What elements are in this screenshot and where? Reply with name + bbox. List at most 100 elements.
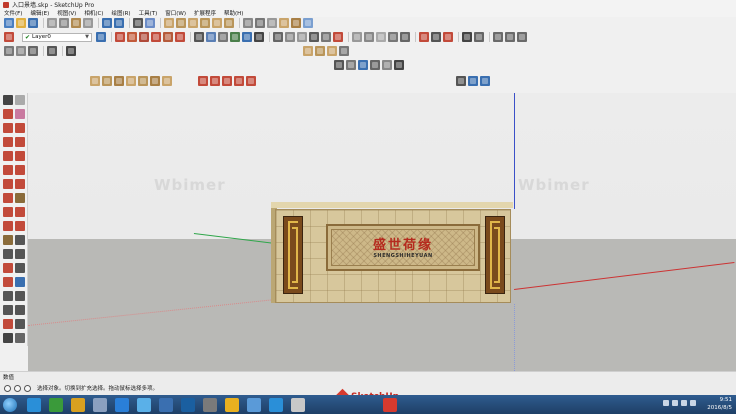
scene-icon[interactable] bbox=[321, 32, 331, 42]
push-pull-icon[interactable] bbox=[358, 60, 368, 70]
paint-bucket-icon[interactable] bbox=[3, 109, 13, 119]
section-icon[interactable] bbox=[254, 32, 264, 42]
app-blue-icon[interactable] bbox=[115, 397, 129, 412]
tray-icon[interactable] bbox=[663, 400, 669, 406]
intersect-icon[interactable] bbox=[370, 60, 380, 70]
menu-camera[interactable]: 相机(C) bbox=[84, 9, 103, 17]
solid-1-icon[interactable] bbox=[303, 46, 313, 56]
clock[interactable]: 9:51 2016/8/5 bbox=[707, 396, 732, 412]
scale-tool-icon[interactable] bbox=[3, 221, 13, 231]
orbit-icon[interactable] bbox=[456, 76, 466, 86]
orbit-tool-icon[interactable] bbox=[3, 277, 13, 287]
right-view-icon[interactable] bbox=[200, 18, 210, 28]
make-component-icon[interactable] bbox=[4, 32, 14, 42]
outliner-icon[interactable] bbox=[309, 32, 319, 42]
flip-icon[interactable] bbox=[246, 76, 256, 86]
tool-red-6-icon[interactable] bbox=[175, 32, 185, 42]
box-3-icon[interactable] bbox=[114, 76, 124, 86]
pan-icon[interactable] bbox=[468, 76, 478, 86]
protractor-icon[interactable] bbox=[3, 249, 13, 259]
follow-me-tool-icon[interactable] bbox=[15, 207, 25, 217]
new-file-icon[interactable] bbox=[4, 18, 14, 28]
rotated-rect-icon[interactable] bbox=[15, 137, 25, 147]
pan-tool-icon[interactable] bbox=[15, 277, 25, 287]
left-view-icon[interactable] bbox=[224, 18, 234, 28]
cut-icon[interactable] bbox=[47, 18, 57, 28]
box-6-icon[interactable] bbox=[150, 76, 160, 86]
tray-icon[interactable] bbox=[681, 400, 687, 406]
move-icon[interactable] bbox=[198, 76, 208, 86]
zoom-icon[interactable] bbox=[480, 76, 490, 86]
box-2-icon[interactable] bbox=[102, 76, 112, 86]
offset-icon[interactable] bbox=[234, 76, 244, 86]
iso-view-icon[interactable] bbox=[164, 18, 174, 28]
two-point-arc-icon[interactable] bbox=[15, 165, 25, 175]
polygon-tool-icon[interactable] bbox=[15, 151, 25, 161]
geo-location-icon[interactable] bbox=[4, 384, 11, 392]
align-icon[interactable] bbox=[285, 32, 295, 42]
tool-a-icon[interactable] bbox=[4, 46, 14, 56]
freehand-tool-icon[interactable] bbox=[15, 123, 25, 133]
rotate-tool-icon[interactable] bbox=[3, 207, 13, 217]
menu-draw[interactable]: 绘图(R) bbox=[111, 9, 130, 17]
app-browser-icon[interactable] bbox=[269, 397, 283, 412]
tray-icon[interactable] bbox=[690, 400, 696, 406]
box-5-icon[interactable] bbox=[138, 76, 148, 86]
circle-icon[interactable] bbox=[364, 32, 374, 42]
circle-tool-icon[interactable] bbox=[3, 151, 13, 161]
app-green-icon[interactable] bbox=[49, 397, 63, 412]
push-pull-tool-icon[interactable] bbox=[15, 193, 25, 203]
arc-icon[interactable] bbox=[352, 32, 362, 42]
line-icon[interactable] bbox=[3, 123, 13, 133]
arc-tool-icon[interactable] bbox=[3, 165, 13, 175]
back-view-icon[interactable] bbox=[212, 18, 222, 28]
look-around-tool-icon[interactable] bbox=[15, 319, 25, 329]
3d-text-icon[interactable] bbox=[15, 263, 25, 273]
section-plane-icon[interactable] bbox=[15, 333, 25, 343]
shaded-icon[interactable] bbox=[279, 18, 289, 28]
erase-icon[interactable] bbox=[83, 18, 93, 28]
layer-manager-icon[interactable] bbox=[96, 32, 106, 42]
sketchup-taskbar-icon[interactable] bbox=[383, 397, 397, 412]
menu-view[interactable]: 视图(V) bbox=[57, 9, 76, 17]
open-folder-icon[interactable] bbox=[16, 18, 26, 28]
solid-2-icon[interactable] bbox=[315, 46, 325, 56]
standard-icon[interactable] bbox=[206, 32, 216, 42]
move-tool-icon[interactable] bbox=[3, 193, 13, 203]
save-icon[interactable] bbox=[28, 18, 38, 28]
copy-icon[interactable] bbox=[59, 18, 69, 28]
app-tool-icon[interactable] bbox=[203, 397, 217, 412]
grid-icon[interactable] bbox=[273, 32, 283, 42]
terrain-icon[interactable] bbox=[230, 32, 240, 42]
tool-red-5-icon[interactable] bbox=[163, 32, 173, 42]
menu-help[interactable]: 帮助(H) bbox=[224, 9, 243, 17]
app-gray-icon[interactable] bbox=[93, 397, 107, 412]
ie-browser-icon[interactable] bbox=[27, 397, 41, 412]
tool-e-icon[interactable] bbox=[66, 46, 76, 56]
start-button-icon[interactable] bbox=[3, 397, 17, 412]
model-info-icon[interactable] bbox=[145, 18, 155, 28]
tool-red-4-icon[interactable] bbox=[151, 32, 161, 42]
component-icon[interactable] bbox=[15, 95, 25, 105]
position-camera-icon[interactable] bbox=[3, 319, 13, 329]
camera-icon[interactable] bbox=[194, 32, 204, 42]
panel-1-icon[interactable] bbox=[493, 32, 503, 42]
monochrome-icon[interactable] bbox=[303, 18, 313, 28]
tool-red-2-icon[interactable] bbox=[127, 32, 137, 42]
tool-d-icon[interactable] bbox=[47, 46, 57, 56]
entrance-wall[interactable]: 盛世荷缘 SHENGSHIHEYUAN bbox=[275, 209, 511, 303]
extension-icon[interactable] bbox=[431, 32, 441, 42]
box-1-icon[interactable] bbox=[90, 76, 100, 86]
tool-red-3-icon[interactable] bbox=[139, 32, 149, 42]
rotate-icon[interactable] bbox=[210, 76, 220, 86]
tool-b-icon[interactable] bbox=[16, 46, 26, 56]
previous-view-icon[interactable] bbox=[15, 305, 25, 315]
freehand-icon[interactable] bbox=[388, 32, 398, 42]
xray-icon[interactable] bbox=[243, 18, 253, 28]
home-icon[interactable] bbox=[218, 32, 228, 42]
axes-icon[interactable] bbox=[3, 263, 13, 273]
menu-edit[interactable]: 编辑(E) bbox=[30, 9, 49, 17]
walk-tool-icon[interactable] bbox=[3, 333, 13, 343]
share-icon[interactable] bbox=[443, 32, 453, 42]
pie-icon[interactable] bbox=[3, 179, 13, 189]
